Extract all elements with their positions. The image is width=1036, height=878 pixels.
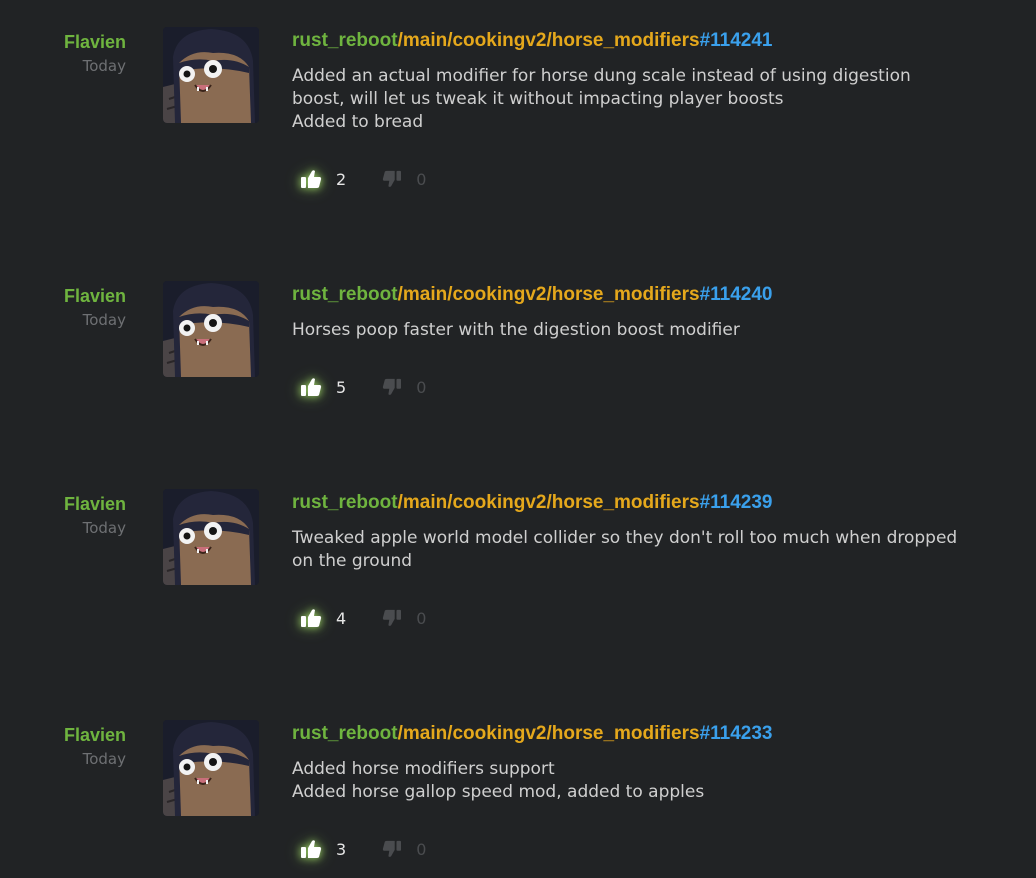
commit-message: Added an actual modifier for horse dung … (292, 65, 1022, 134)
repo-link[interactable]: rust_reboot (292, 30, 398, 51)
avatar-image (163, 281, 259, 377)
avatar-image (163, 27, 259, 123)
vote-bar: 4 0 (300, 606, 462, 630)
repo-link[interactable]: rust_reboot (292, 723, 398, 744)
commit-time: Today (82, 311, 126, 329)
commit-title: rust_reboot/main/cookingv2/horse_modifie… (292, 720, 1022, 748)
changeset-link[interactable]: #114241 (700, 30, 773, 51)
thumbs-down-icon (383, 840, 402, 857)
commit-content: rust_reboot/main/cookingv2/horse_modifie… (292, 489, 1022, 573)
commit-entry: Flavien Today rust_reboot/main/cookingv2… (0, 281, 1036, 481)
commit-content: rust_reboot/main/cookingv2/horse_modifie… (292, 281, 1022, 342)
commit-author-block: Flavien Today (64, 724, 126, 768)
commit-message-line: Added to bread (292, 112, 424, 132)
like-button[interactable]: 4 (300, 608, 346, 628)
commit-entry: Flavien Today rust_reboot/main/cookingv2… (0, 489, 1036, 689)
avatar-image (163, 489, 259, 585)
commit-content: rust_reboot/main/cookingv2/horse_modifie… (292, 720, 1022, 804)
commit-message-line: Tweaked apple world model collider so th… (292, 528, 958, 548)
author-name[interactable]: Flavien (64, 493, 126, 515)
dislike-count: 0 (416, 169, 427, 189)
branch-link[interactable]: /main/cookingv2/horse_modifiers (398, 30, 700, 51)
commit-author-block: Flavien Today (64, 493, 126, 537)
commit-message-line: on the ground (292, 551, 413, 571)
commit-title: rust_reboot/main/cookingv2/horse_modifie… (292, 489, 1022, 517)
commit-title: rust_reboot/main/cookingv2/horse_modifie… (292, 27, 1022, 55)
commit-title: rust_reboot/main/cookingv2/horse_modifie… (292, 281, 1022, 309)
vote-bar: 5 0 (300, 375, 462, 399)
author-name[interactable]: Flavien (64, 31, 126, 53)
commit-message: Tweaked apple world model collider so th… (292, 527, 1022, 573)
changeset-link[interactable]: #114240 (700, 284, 773, 305)
branch-link[interactable]: /main/cookingv2/horse_modifiers (398, 492, 700, 513)
author-name[interactable]: Flavien (64, 724, 126, 746)
like-count: 3 (336, 839, 347, 859)
vote-bar: 3 0 (300, 837, 462, 861)
like-count: 4 (336, 608, 347, 628)
commit-message: Horses poop faster with the digestion bo… (292, 319, 1022, 342)
vote-bar: 2 0 (300, 167, 462, 191)
like-button[interactable]: 3 (300, 839, 346, 859)
thumbs-up-icon (301, 609, 322, 627)
branch-link[interactable]: /main/cookingv2/horse_modifiers (398, 723, 700, 744)
commit-message-line: Added an actual modifier for horse dung … (292, 66, 911, 86)
like-count: 5 (336, 377, 347, 397)
thumbs-down-icon (383, 378, 402, 395)
like-button[interactable]: 2 (300, 169, 346, 189)
commit-content: rust_reboot/main/cookingv2/horse_modifie… (292, 27, 1022, 134)
dislike-count: 0 (416, 608, 427, 628)
thumbs-down-icon (383, 170, 402, 187)
changeset-link[interactable]: #114233 (700, 723, 773, 744)
commit-time: Today (82, 750, 126, 768)
repo-link[interactable]: rust_reboot (292, 284, 398, 305)
commit-message: Added horse modifiers support Added hors… (292, 758, 1022, 804)
commit-entry: Flavien Today rust_reboot/main/cookingv2… (0, 27, 1036, 227)
like-button[interactable]: 5 (300, 377, 346, 397)
author-avatar[interactable] (163, 27, 259, 123)
dislike-count: 0 (416, 839, 427, 859)
thumbs-up-icon (301, 170, 322, 188)
dislike-count: 0 (416, 377, 427, 397)
commit-time: Today (82, 57, 126, 75)
like-count: 2 (336, 169, 347, 189)
avatar-image (163, 720, 259, 816)
branch-link[interactable]: /main/cookingv2/horse_modifiers (398, 284, 700, 305)
author-avatar[interactable] (163, 720, 259, 816)
dislike-button[interactable]: 0 (382, 378, 426, 397)
thumbs-down-icon (383, 609, 402, 626)
dislike-button[interactable]: 0 (382, 609, 426, 628)
commit-message-line: boost, will let us tweak it without impa… (292, 89, 784, 109)
commit-author-block: Flavien Today (64, 31, 126, 75)
thumbs-up-icon (301, 378, 322, 396)
commit-message-line: Added horse gallop speed mod, added to a… (292, 782, 705, 802)
commit-entry: Flavien Today rust_reboot/main/cookingv2… (0, 720, 1036, 878)
commit-author-block: Flavien Today (64, 285, 126, 329)
author-avatar[interactable] (163, 281, 259, 377)
commit-message-line: Horses poop faster with the digestion bo… (292, 320, 740, 340)
author-avatar[interactable] (163, 489, 259, 585)
commit-time: Today (82, 519, 126, 537)
thumbs-up-icon (301, 840, 322, 858)
changeset-link[interactable]: #114239 (700, 492, 773, 513)
dislike-button[interactable]: 0 (382, 840, 426, 859)
repo-link[interactable]: rust_reboot (292, 492, 398, 513)
commit-message-line: Added horse modifiers support (292, 759, 555, 779)
dislike-button[interactable]: 0 (382, 170, 426, 189)
author-name[interactable]: Flavien (64, 285, 126, 307)
